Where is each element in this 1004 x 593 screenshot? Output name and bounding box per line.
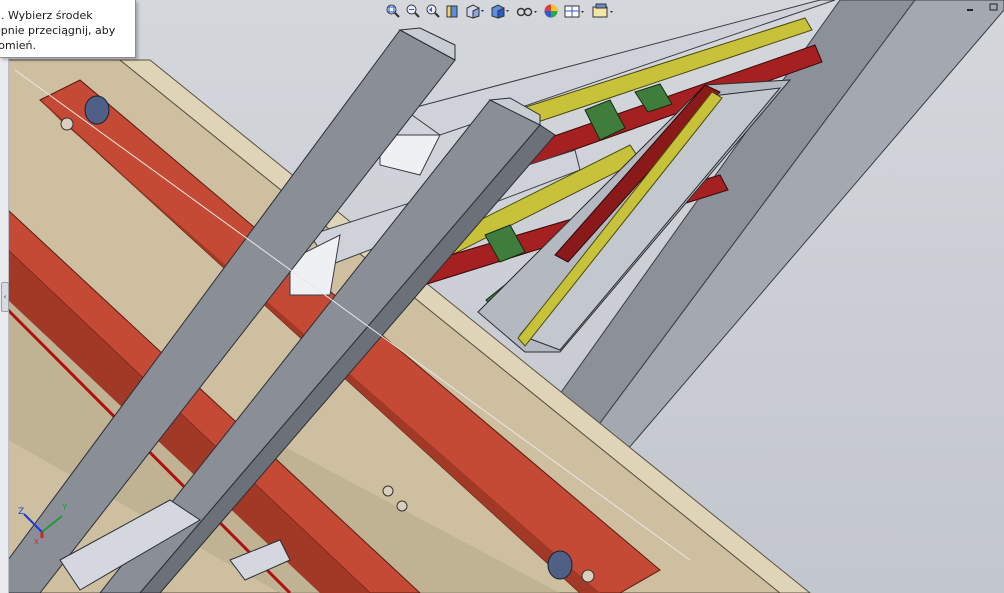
bolt-hole [581,569,595,583]
zoom-to-area-icon[interactable] [404,0,422,22]
graphics-viewport[interactable]: Y Z X [0,0,1004,593]
heads-up-view-toolbar [384,0,618,22]
wheel-part[interactable] [84,95,110,125]
triad-z-label: Z [18,507,24,517]
triad-z-axis [23,513,43,533]
minimize-icon[interactable] [959,0,981,14]
tooltip-line-2: ępnie przeciągnij, aby [0,24,116,37]
coordinate-triad: Y Z X [18,503,68,546]
bolt-hole [60,117,74,131]
view-settings-icon[interactable] [590,0,618,22]
edit-appearance-icon[interactable] [542,0,560,22]
3d-assembly-model[interactable] [0,0,1004,593]
hide-show-items-icon[interactable] [514,0,540,22]
apply-scene-icon[interactable] [562,0,588,22]
command-tooltip: g. Wybierz środek ępnie przeciągnij, aby… [0,0,136,58]
wheel-part[interactable] [547,550,573,580]
bolt-hole [396,500,408,512]
triad-y-label: Y [61,503,68,513]
zoom-to-fit-icon[interactable] [384,0,402,22]
panel-collapse-handle[interactable]: ‹ [1,282,9,312]
previous-view-icon[interactable] [424,0,442,22]
triad-y-axis [41,515,63,533]
section-view-icon[interactable] [444,0,462,22]
feature-manager-edge: ‹ [0,0,9,593]
tooltip-line-1: g. Wybierz środek [0,9,93,22]
display-style-icon[interactable] [488,0,512,22]
tooltip-line-3: romień. [0,39,37,52]
restore-icon[interactable] [982,0,1004,14]
bolt-hole [382,485,394,497]
triad-x-label: X [34,538,39,546]
view-orientation-icon[interactable] [464,0,486,22]
window-controls [959,0,1004,14]
